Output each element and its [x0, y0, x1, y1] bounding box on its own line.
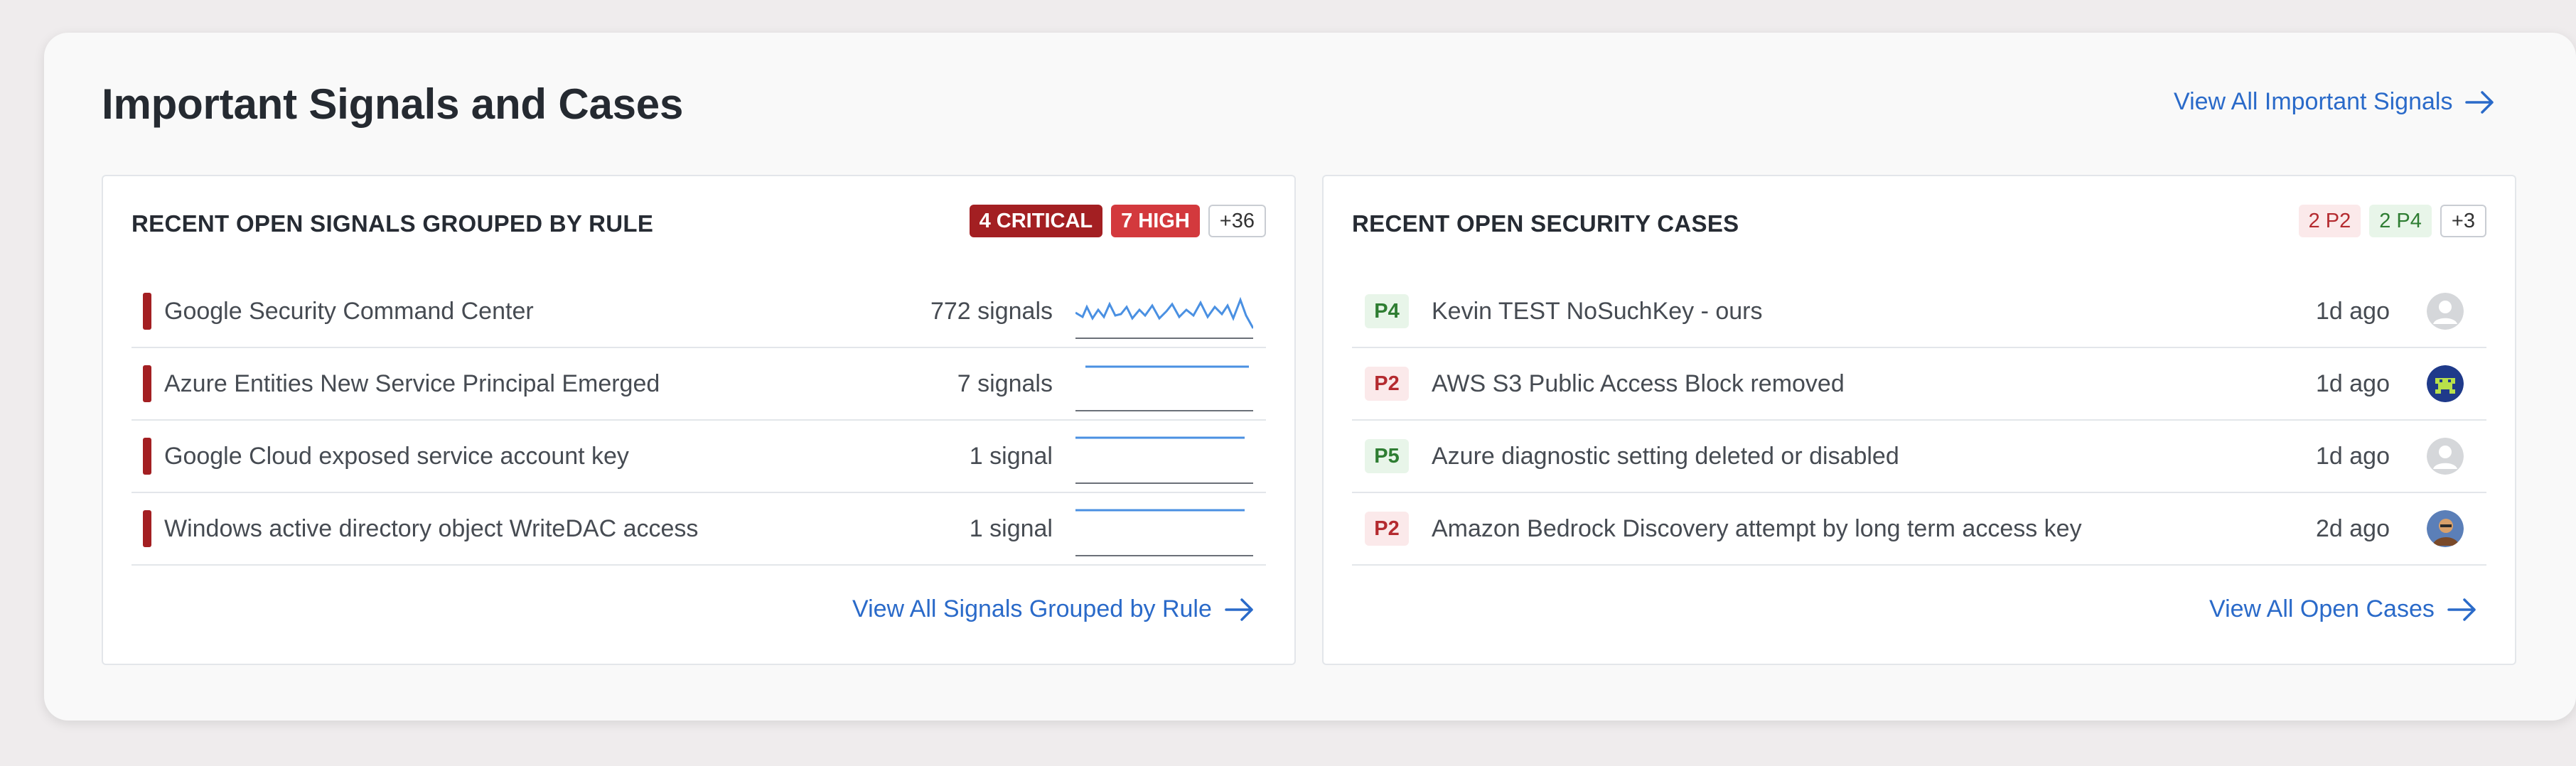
cases-card-title: RECENT OPEN SECURITY CASES: [1352, 210, 1739, 237]
cases-list: P4 Kevin TEST NoSuchKey - ours 1d ago P2…: [1352, 276, 2486, 566]
cases-card: RECENT OPEN SECURITY CASES 2 P2 2 P4 +3 …: [1322, 175, 2516, 665]
signal-count: 7 signals: [957, 369, 1053, 397]
case-title: Kevin TEST NoSuchKey - ours: [1432, 297, 1763, 325]
signal-trend-sparkline: [1075, 436, 1253, 484]
signal-rule-name: Windows active directory object WriteDAC…: [164, 514, 699, 542]
more-priorities-badge[interactable]: +3: [2440, 205, 2486, 237]
signal-count: 1 signal: [969, 514, 1053, 542]
case-title: Amazon Bedrock Discovery attempt by long…: [1432, 514, 2082, 542]
priority-badge: P2: [1365, 512, 1409, 546]
case-row[interactable]: P2 AWS S3 Public Access Block removed 1d…: [1352, 348, 2486, 421]
case-age: 2d ago: [2316, 514, 2390, 542]
priority-badge: P4: [1365, 294, 1409, 328]
photo-avatar-icon[interactable]: [2427, 510, 2464, 547]
signal-count: 772 signals: [930, 297, 1053, 325]
view-all-important-signals-label: View All Important Signals: [2174, 88, 2453, 115]
arrow-right-icon: [2465, 90, 2494, 114]
signal-row[interactable]: Azure Entities New Service Principal Eme…: [132, 348, 1266, 421]
case-row[interactable]: P5 Azure diagnostic setting deleted or d…: [1352, 421, 2486, 493]
signal-row[interactable]: Windows active directory object WriteDAC…: [132, 493, 1266, 566]
case-age: 1d ago: [2316, 442, 2390, 470]
priority-badge: P5: [1365, 439, 1409, 473]
signal-count: 1 signal: [969, 442, 1053, 470]
severity-indicator: [143, 438, 151, 475]
signals-badges: 4 CRITICAL 7 HIGH +36: [969, 205, 1266, 237]
signal-row[interactable]: Google Cloud exposed service account key…: [132, 421, 1266, 493]
cases-badges: 2 P2 2 P4 +3: [2298, 205, 2486, 237]
signals-card: RECENT OPEN SIGNALS GROUPED BY RULE 4 CR…: [102, 175, 1296, 665]
p4-count-badge[interactable]: 2 P4: [2369, 205, 2432, 237]
case-age: 1d ago: [2316, 369, 2390, 397]
view-all-important-signals-link[interactable]: View All Important Signals: [2174, 88, 2495, 116]
priority-badge: P2: [1365, 367, 1409, 401]
case-title: AWS S3 Public Access Block removed: [1432, 369, 1845, 397]
arrow-right-icon: [2447, 598, 2476, 621]
pixel-avatar-icon[interactable]: [2427, 365, 2464, 402]
signal-trend-sparkline: [1075, 509, 1253, 556]
signals-list: Google Security Command Center 772 signa…: [132, 276, 1266, 566]
p2-count-badge[interactable]: 2 P2: [2298, 205, 2361, 237]
severity-indicator: [143, 510, 151, 547]
signal-rule-name: Google Security Command Center: [164, 297, 534, 325]
default-avatar-icon[interactable]: [2427, 438, 2464, 475]
panel-title: Important Signals and Cases: [102, 80, 684, 128]
arrow-right-icon: [1225, 598, 1253, 621]
more-severities-badge[interactable]: +36: [1208, 205, 1266, 237]
signal-trend-sparkline: [1075, 296, 1253, 339]
severity-indicator: [143, 365, 151, 402]
view-all-cases-link[interactable]: View All Open Cases: [2209, 595, 2477, 623]
signal-rule-name: Google Cloud exposed service account key: [164, 442, 629, 470]
view-all-cases-label: View All Open Cases: [2209, 595, 2435, 622]
signal-rule-name: Azure Entities New Service Principal Eme…: [164, 369, 660, 397]
view-all-signals-link[interactable]: View All Signals Grouped by Rule: [852, 595, 1255, 623]
case-age: 1d ago: [2316, 297, 2390, 325]
case-title: Azure diagnostic setting deleted or disa…: [1432, 442, 1899, 470]
default-avatar-icon[interactable]: [2427, 293, 2464, 330]
severity-indicator: [143, 293, 151, 330]
view-all-signals-label: View All Signals Grouped by Rule: [852, 595, 1212, 622]
signals-card-title: RECENT OPEN SIGNALS GROUPED BY RULE: [132, 210, 654, 237]
high-count-badge[interactable]: 7 HIGH: [1111, 205, 1200, 237]
signal-trend-sparkline: [1075, 365, 1253, 411]
case-row[interactable]: P4 Kevin TEST NoSuchKey - ours 1d ago: [1352, 276, 2486, 348]
signal-row[interactable]: Google Security Command Center 772 signa…: [132, 276, 1266, 348]
case-row[interactable]: P2 Amazon Bedrock Discovery attempt by l…: [1352, 493, 2486, 566]
critical-count-badge[interactable]: 4 CRITICAL: [969, 205, 1103, 237]
